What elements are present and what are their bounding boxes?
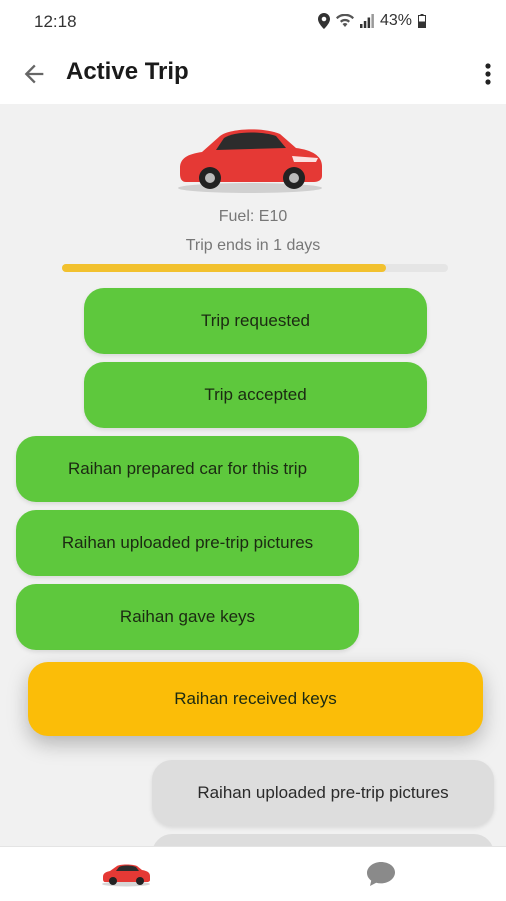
trip-content[interactable]: Fuel: E10 Trip ends in 1 days Trip reque… [0,104,506,846]
wifi-icon [335,14,354,27]
location-icon [317,13,330,29]
chat-icon[interactable] [366,861,396,887]
timeline-step[interactable]: Raihan uploaded pre-trip pictures [16,510,359,576]
more-vert-icon[interactable] [478,60,498,88]
status-bar: 12:18 43% [0,0,506,44]
status-time: 12:18 [34,12,77,31]
timeline-step-pending-partial [152,834,494,846]
battery-icon [418,14,426,28]
bottom-nav [0,846,506,901]
timeline-step[interactable]: Trip requested [84,288,427,354]
car-icon[interactable] [100,861,152,887]
fuel-label: Fuel: E10 [218,208,288,225]
trip-progress-bar [62,264,448,272]
app-bar: Active Trip [0,44,506,104]
timeline-step[interactable]: Raihan prepared car for this trip [16,436,359,502]
signal-icon [359,14,374,28]
timeline-step[interactable]: Trip accepted [84,362,427,428]
back-arrow-icon[interactable] [20,60,48,88]
timeline-step-current[interactable]: Raihan received keys [28,662,483,736]
page-title: Active Trip [66,58,189,85]
car-illustration [178,129,322,193]
trip-ends-label: Trip ends in 1 days [185,237,321,254]
battery-percent: 43% [379,12,412,29]
status-icons: 43% [317,12,426,30]
trip-progress-fill [62,264,387,272]
timeline-step-pending[interactable]: Raihan uploaded pre-trip pictures [152,760,494,826]
timeline-step[interactable]: Raihan gave keys [16,584,359,650]
